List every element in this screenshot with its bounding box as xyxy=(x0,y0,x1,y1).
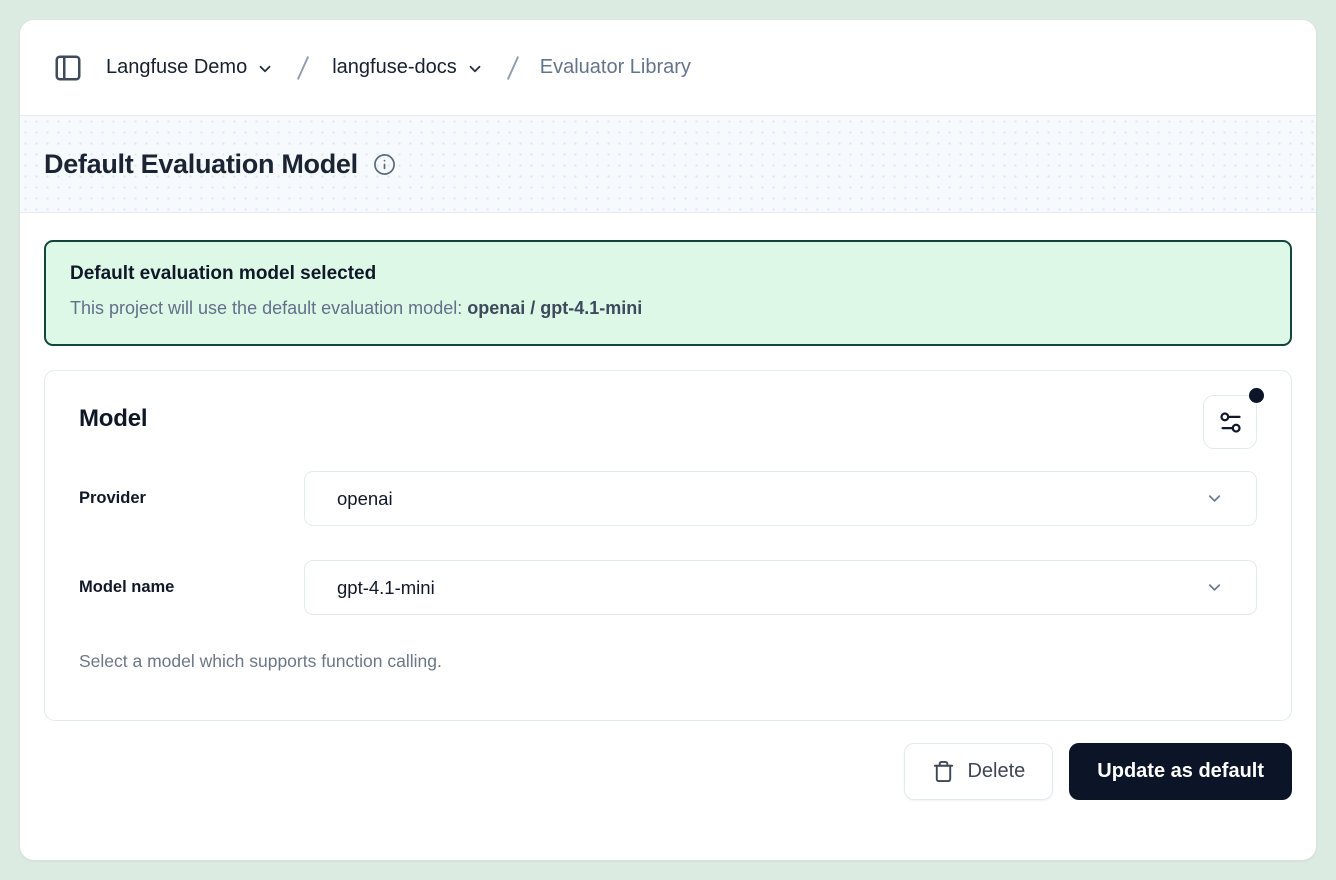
breadcrumb-current-page: Evaluator Library xyxy=(540,56,691,79)
sliders-settings-icon xyxy=(1217,409,1244,436)
app-window: Langfuse Demo langfuse-docs xyxy=(20,20,1316,860)
trash-icon xyxy=(932,760,955,783)
breadcrumb-org-dropdown[interactable]: Langfuse Demo xyxy=(104,52,276,83)
update-default-button[interactable]: Update as default xyxy=(1069,743,1292,800)
breadcrumb-project-dropdown[interactable]: langfuse-docs xyxy=(330,52,486,83)
breadcrumb-org-label: Langfuse Demo xyxy=(106,56,247,79)
provider-select[interactable]: openai xyxy=(304,471,1257,526)
page-title: Default Evaluation Model xyxy=(44,149,358,180)
page-header: Default Evaluation Model xyxy=(20,115,1316,213)
delete-button[interactable]: Delete xyxy=(904,743,1053,800)
breadcrumb-separator-icon xyxy=(290,53,316,83)
chevron-down-icon xyxy=(256,60,274,78)
delete-button-label: Delete xyxy=(967,760,1025,783)
model-card: Model xyxy=(44,370,1292,721)
provider-row: Provider openai xyxy=(79,471,1257,526)
breadcrumb-separator-icon xyxy=(500,53,526,83)
sidebar-toggle-button[interactable] xyxy=(48,48,88,88)
alert-title: Default evaluation model selected xyxy=(70,263,1266,285)
chevron-down-icon xyxy=(1205,578,1224,597)
alert-model-name: openai / gpt-4.1-mini xyxy=(467,298,642,318)
model-helper-text: Select a model which supports function c… xyxy=(79,651,1257,672)
model-name-row: Model name gpt-4.1-mini xyxy=(79,560,1257,615)
chevron-down-icon xyxy=(1205,489,1224,508)
main-content: Default evaluation model selected This p… xyxy=(20,213,1316,860)
model-name-select-value: gpt-4.1-mini xyxy=(337,577,1205,599)
notification-dot xyxy=(1249,388,1264,403)
default-model-alert: Default evaluation model selected This p… xyxy=(44,240,1292,346)
info-icon[interactable] xyxy=(373,153,396,176)
model-name-select[interactable]: gpt-4.1-mini xyxy=(304,560,1257,615)
alert-body-text: This project will use the default evalua… xyxy=(70,298,467,318)
model-name-label: Model name xyxy=(79,578,304,597)
advanced-settings-button[interactable] xyxy=(1203,395,1257,449)
update-default-button-label: Update as default xyxy=(1097,760,1264,783)
provider-label: Provider xyxy=(79,489,304,508)
model-card-title: Model xyxy=(79,395,147,433)
alert-body: This project will use the default evalua… xyxy=(70,298,1266,319)
actions-row: Delete Update as default xyxy=(44,743,1292,800)
chevron-down-icon xyxy=(466,60,484,78)
panel-left-icon xyxy=(53,53,83,83)
breadcrumb-project-label: langfuse-docs xyxy=(332,56,457,79)
model-card-header: Model xyxy=(79,395,1257,449)
provider-select-value: openai xyxy=(337,488,1205,510)
breadcrumb-bar: Langfuse Demo langfuse-docs xyxy=(20,20,1316,115)
advanced-settings-wrap xyxy=(1203,395,1257,449)
